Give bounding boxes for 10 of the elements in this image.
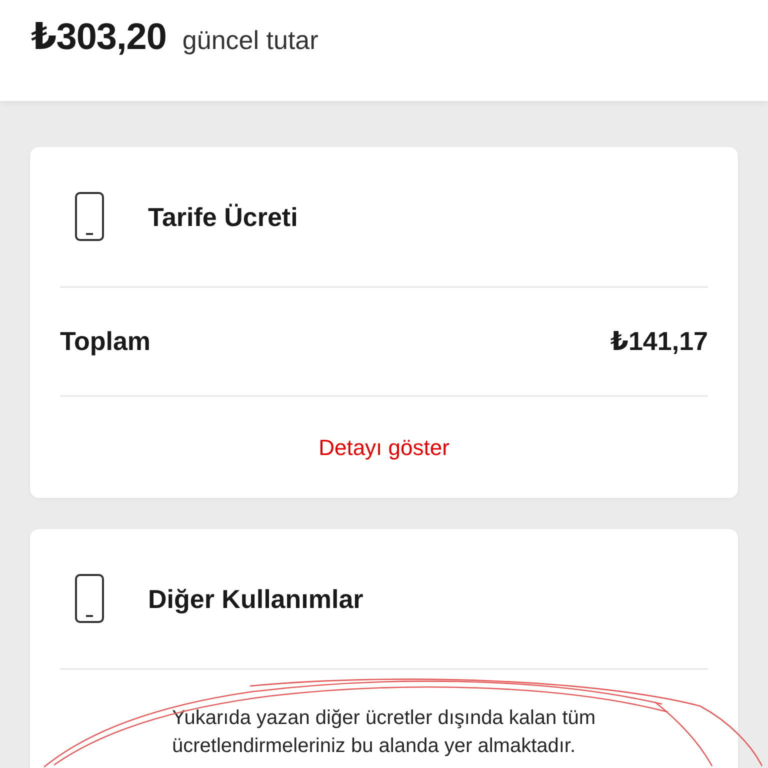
phone-icon bbox=[75, 574, 104, 623]
info-text: Yukarıda yazan diğer ücretler dışında kalan tüm ücretlendirmeleriniz bu alanda yer almaktadır. bbox=[172, 706, 597, 759]
current-amount: ₺303,20 bbox=[31, 15, 166, 59]
phone-icon bbox=[75, 192, 104, 241]
card-title: Tarife Ücreti bbox=[148, 200, 298, 234]
amount-label: güncel tutar bbox=[182, 24, 318, 57]
card-title: Diğer Kullanımlar bbox=[148, 582, 364, 616]
total-label: Toplam bbox=[60, 325, 151, 358]
show-details-link[interactable]: Detayı göster bbox=[318, 432, 450, 462]
total-value: ₺141,17 bbox=[610, 325, 708, 358]
